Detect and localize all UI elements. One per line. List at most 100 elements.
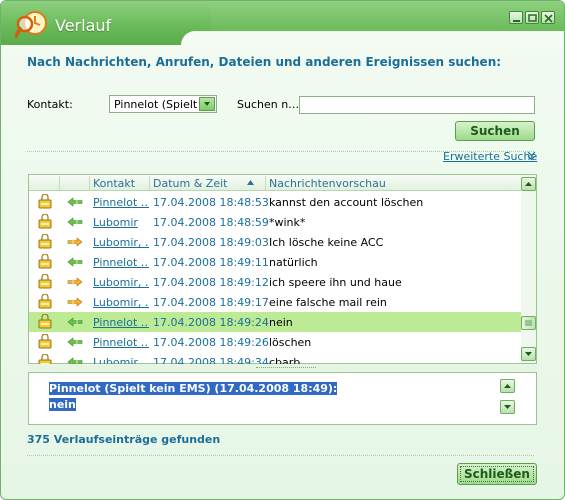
row-contact-link[interactable]: Lubomir: [93, 356, 149, 364]
row-message: löschen: [269, 336, 312, 349]
search-input[interactable]: [299, 96, 535, 114]
pane-splitter[interactable]: [28, 365, 537, 371]
minimize-icon: [513, 20, 520, 22]
row-contact-link[interactable]: Lubomir, …: [93, 276, 149, 289]
search-label: Suchen n…: [237, 98, 300, 111]
arrow-up-icon: [525, 182, 532, 186]
table-scrollbar[interactable]: [521, 175, 536, 363]
row-contact-link[interactable]: Pinnelot …: [93, 316, 149, 329]
arrow-down-icon: [504, 405, 511, 409]
arrow-down-icon: [525, 352, 532, 356]
row-contact-link[interactable]: Lubomir: [93, 216, 149, 229]
row-message: natürlich: [269, 256, 318, 269]
column-separator: [149, 176, 150, 190]
window-title: Verlauf: [55, 16, 112, 35]
row-contact-link[interactable]: Lubomir, …: [93, 296, 149, 309]
row-contact-link[interactable]: Pinnelot …: [93, 336, 149, 349]
row-contact-link[interactable]: Pinnelot …: [93, 196, 149, 209]
search-button[interactable]: Suchen: [455, 121, 535, 141]
advanced-search-link[interactable]: Erweiterte Suche: [443, 150, 537, 163]
preview-scroll-up-button[interactable]: [500, 379, 515, 393]
row-date: 17.04.2008 18:49:11: [153, 256, 269, 269]
grip-icon: [525, 320, 532, 326]
row-message: kannst den account löschen: [269, 196, 424, 209]
message-type-icon: [38, 294, 52, 309]
close-window-button[interactable]: [541, 11, 555, 24]
incoming-arrow-icon: [67, 317, 83, 327]
outgoing-arrow-icon: [67, 237, 83, 247]
column-separator: [89, 176, 90, 190]
row-message: cbarb: [269, 356, 301, 364]
contact-dropdown[interactable]: Pinnelot (Spielt kein EMS): [109, 95, 217, 113]
row-contact-link[interactable]: Pinnelot …: [93, 256, 149, 269]
message-type-icon: [38, 314, 52, 329]
close-icon: [544, 14, 553, 23]
arrow-up-icon: [504, 384, 511, 388]
incoming-arrow-icon: [67, 197, 83, 207]
row-date: 17.04.2008 18:49:12: [153, 276, 269, 289]
outgoing-arrow-icon: [67, 277, 83, 287]
message-type-icon: [38, 194, 52, 209]
table-row[interactable]: Lubomir 17.04.2008 18:49:34 cbarb: [29, 352, 521, 364]
column-header-contact[interactable]: Kontakt: [93, 177, 135, 190]
scroll-down-button[interactable]: [521, 347, 536, 361]
maximize-icon: [528, 14, 537, 22]
table-row[interactable]: Lubomir 17.04.2008 18:48:59 *wink*: [29, 212, 521, 232]
row-date: 17.04.2008 18:49:24: [153, 316, 269, 329]
incoming-arrow-icon: [67, 217, 83, 227]
message-type-icon: [38, 214, 52, 229]
preview-body: nein: [49, 398, 76, 411]
incoming-arrow-icon: [67, 257, 83, 267]
row-message: ich speere ihn und haue: [269, 276, 402, 289]
close-button[interactable]: Schließen: [457, 463, 537, 485]
table-row[interactable]: Pinnelot … 17.04.2008 18:49:26 löschen: [29, 332, 521, 352]
outgoing-arrow-icon: [67, 297, 83, 307]
row-date: 17.04.2008 18:49:17: [153, 296, 269, 309]
table-row[interactable]: Lubomir, … 17.04.2008 18:49:03Ich lösche …: [29, 232, 521, 252]
history-window: Verlauf Nach Nachrichten, Anrufen, Datei…: [0, 0, 565, 500]
history-table: Kontakt Datum & Zeit Nachrichtenvorschau…: [28, 174, 537, 364]
result-count: 375 Verlaufseinträge gefunden: [27, 433, 221, 446]
column-separator: [265, 176, 266, 190]
scrollbar-thumb[interactable]: [521, 316, 536, 330]
title-curve: [181, 31, 564, 45]
column-header-preview[interactable]: Nachrichtenvorschau: [269, 177, 386, 190]
sort-ascending-icon: [247, 180, 254, 185]
splitter-grip[interactable]: [256, 367, 316, 369]
title-strip: [151, 1, 564, 31]
message-type-icon: [38, 234, 52, 249]
contact-label: Kontakt:: [27, 98, 73, 111]
scroll-up-button[interactable]: [521, 177, 536, 191]
row-message: Ich lösche keine ACC: [269, 236, 384, 249]
table-row[interactable]: Pinnelot … 17.04.2008 18:49:11 natürlich: [29, 252, 521, 272]
maximize-button[interactable]: [525, 11, 539, 24]
table-row[interactable]: Lubomir, … 17.04.2008 18:49:17eine falsch…: [29, 292, 521, 312]
incoming-arrow-icon: [67, 357, 83, 364]
chevron-down-icon[interactable]: [199, 97, 215, 111]
minimize-button[interactable]: [509, 11, 523, 24]
message-type-icon: [38, 274, 52, 289]
row-message: nein: [269, 316, 293, 329]
row-date: 17.04.2008 18:49:03: [153, 236, 269, 249]
message-type-icon: [38, 254, 52, 269]
message-preview: Pinnelot (Spielt kein EMS) (17.04.2008 1…: [28, 372, 537, 425]
column-header-date[interactable]: Datum & Zeit: [153, 177, 227, 190]
focus-ring: [460, 466, 534, 482]
column-separator: [59, 176, 60, 190]
table-row[interactable]: Pinnelot … 17.04.2008 18:48:53 kannst den …: [29, 192, 521, 212]
table-row[interactable]: Pinnelot … 17.04.2008 18:49:24 nein: [29, 312, 521, 332]
table-row[interactable]: Lubomir, … 17.04.2008 18:49:12ich speere …: [29, 272, 521, 292]
preview-scroll-down-button[interactable]: [500, 400, 515, 414]
divider: [27, 455, 534, 456]
row-message: *wink*: [269, 216, 306, 229]
double-chevron-down-icon[interactable]: [527, 151, 536, 161]
row-date: 17.04.2008 18:48:59: [153, 216, 269, 229]
preview-text: Pinnelot (Spielt kein EMS) (17.04.2008 1…: [49, 381, 338, 413]
row-date: 17.04.2008 18:49:34: [153, 356, 269, 364]
row-contact-link[interactable]: Lubomir, …: [93, 236, 149, 249]
row-date: 17.04.2008 18:48:53: [153, 196, 269, 209]
magnifier-clock-icon: [15, 11, 47, 38]
table-header: Kontakt Datum & Zeit Nachrichtenvorschau: [29, 175, 521, 191]
title-bar[interactable]: Verlauf: [1, 1, 564, 45]
preview-header: Pinnelot (Spielt kein EMS) (17.04.2008 1…: [49, 382, 338, 395]
